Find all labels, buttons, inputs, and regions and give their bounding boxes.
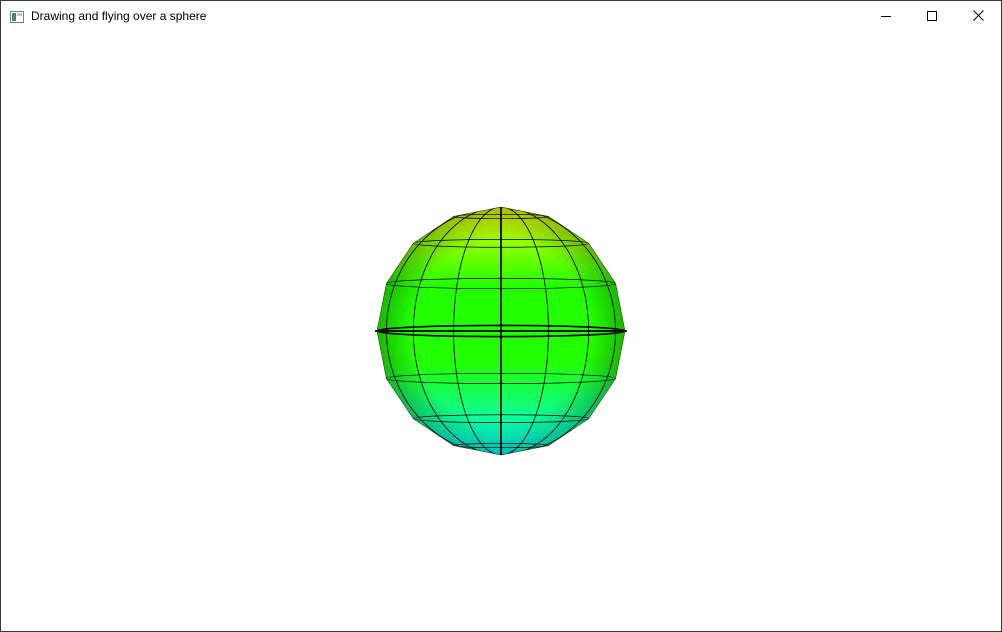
close-button[interactable] xyxy=(955,1,1001,32)
app-window-icon xyxy=(10,10,24,23)
window-title: Drawing and flying over a sphere xyxy=(31,9,207,23)
maximize-icon xyxy=(927,8,937,26)
render-viewport[interactable] xyxy=(1,32,1001,631)
minimize-icon xyxy=(881,8,891,26)
maximize-button[interactable] xyxy=(909,1,955,32)
sphere-render xyxy=(375,206,627,456)
close-icon xyxy=(972,8,984,26)
sphere xyxy=(375,206,627,456)
app-window: Drawing and flying over a sphere xyxy=(0,0,1002,632)
title-bar[interactable]: Drawing and flying over a sphere xyxy=(1,1,1001,32)
minimize-button[interactable] xyxy=(863,1,909,32)
